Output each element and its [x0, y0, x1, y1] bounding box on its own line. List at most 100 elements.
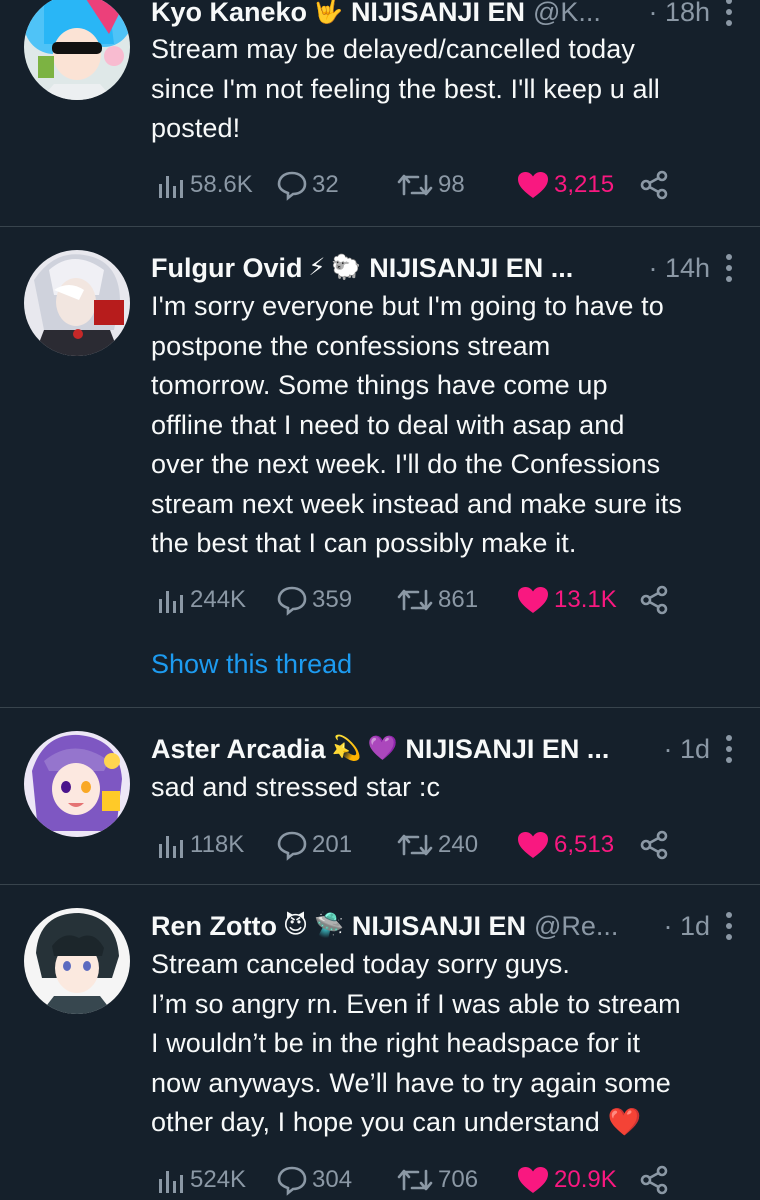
tweet-kyo-kaneko[interactable]: Kyo Kaneko 🤟 NIJISANJI EN @K... · 18h St…: [0, 0, 760, 226]
display-name[interactable]: Aster Arcadia: [151, 734, 326, 765]
tweet-ren-zotto[interactable]: Ren Zotto 😈 🛸 NIJISANJI EN @Re... · 1d S…: [0, 885, 760, 1200]
affiliation-label[interactable]: NIJISANJI EN: [352, 911, 526, 942]
views-button[interactable]: 118K: [156, 827, 244, 863]
like-count: 13.1K: [554, 586, 617, 613]
reply-count: 201: [312, 831, 353, 858]
retweet-icon: [397, 174, 433, 196]
reply-button[interactable]: 32: [276, 167, 339, 203]
sheep-emoji-icon: 🐑: [331, 254, 362, 281]
retweet-button[interactable]: 706: [396, 1162, 478, 1198]
more-options-icon[interactable]: [722, 254, 736, 282]
purple-heart-emoji-icon: 💜: [367, 735, 398, 762]
share-icon: [640, 1165, 668, 1195]
reply-icon: [277, 831, 307, 861]
share-button[interactable]: [638, 1162, 670, 1198]
timeline-feed: Kyo Kaneko 🤟 NIJISANJI EN @K... · 18h St…: [0, 0, 760, 1200]
rock-hand-emoji-icon: 🤟: [313, 0, 343, 25]
share-button[interactable]: [638, 167, 670, 203]
views-button[interactable]: 524K: [156, 1162, 246, 1198]
show-thread-link[interactable]: Show this thread: [151, 649, 352, 680]
display-name[interactable]: Ren Zotto: [151, 911, 277, 942]
tweet-actions: 58.6K 32 98 3,215: [156, 167, 676, 203]
lightning-emoji-icon: ⚡: [308, 254, 326, 281]
retweet-count: 240: [438, 831, 479, 858]
reply-icon: [277, 171, 307, 201]
avatar[interactable]: [24, 0, 130, 100]
share-icon: [640, 585, 668, 615]
tweet-text: I'm sorry everyone but I'm going to have…: [151, 291, 682, 558]
retweet-button[interactable]: 861: [396, 582, 478, 618]
tweet-fulgur-ovid[interactable]: Fulgur Ovid ⚡ 🐑 NIJISANJI EN ... · 14h I…: [0, 227, 760, 707]
affiliation-label[interactable]: NIJISANJI EN ...: [369, 253, 573, 284]
affiliation-label[interactable]: NIJISANJI EN: [351, 0, 525, 28]
heart-filled-icon: [518, 1167, 548, 1193]
retweet-count: 861: [438, 586, 479, 613]
share-icon: [640, 170, 668, 200]
tweet-actions: 524K 304 706 20.9K: [156, 1162, 676, 1198]
user-handle[interactable]: @Re...: [534, 911, 618, 942]
display-name[interactable]: Kyo Kaneko: [151, 0, 307, 28]
like-button[interactable]: 3,215: [516, 167, 614, 203]
retweet-button[interactable]: 98: [396, 167, 465, 203]
views-count: 58.6K: [190, 171, 253, 198]
views-button[interactable]: 58.6K: [156, 167, 253, 203]
views-icon: [159, 176, 183, 198]
avatar[interactable]: [24, 250, 130, 356]
timestamp[interactable]: · 18h: [638, 0, 710, 28]
ufo-emoji-icon: 🛸: [314, 912, 344, 939]
views-count: 524K: [190, 1166, 247, 1193]
tweet-header: Ren Zotto 😈 🛸 NIJISANJI EN @Re... · 1d: [151, 906, 736, 946]
share-button[interactable]: [638, 582, 670, 618]
like-count: 20.9K: [554, 1166, 617, 1193]
user-handle[interactable]: @K...: [533, 0, 601, 28]
like-button[interactable]: 20.9K: [516, 1162, 617, 1198]
tweet-actions: 118K 201 240 6,513: [156, 827, 676, 863]
share-icon: [640, 830, 668, 860]
views-count: 244K: [190, 586, 247, 613]
reply-button[interactable]: 359: [276, 582, 352, 618]
views-count: 118K: [190, 831, 245, 858]
reply-count: 32: [312, 171, 339, 198]
affiliation-label[interactable]: NIJISANJI EN ...: [405, 734, 609, 765]
dizzy-star-emoji-icon: 💫: [331, 735, 362, 762]
more-options-icon[interactable]: [722, 0, 736, 26]
reply-count: 359: [312, 586, 353, 613]
reply-icon: [277, 1166, 307, 1196]
like-button[interactable]: 13.1K: [516, 582, 617, 618]
tweet-text: Stream may be delayed/cancelled today si…: [151, 34, 660, 143]
display-name[interactable]: Fulgur Ovid: [151, 253, 303, 284]
views-button[interactable]: 244K: [156, 582, 246, 618]
retweet-count: 98: [438, 171, 465, 198]
heart-filled-icon: [518, 172, 548, 198]
timestamp[interactable]: · 1d: [653, 911, 710, 942]
views-icon: [159, 1171, 183, 1193]
heart-filled-icon: [518, 832, 548, 858]
like-count: 3,215: [554, 171, 615, 198]
timestamp[interactable]: · 14h: [638, 253, 710, 284]
retweet-icon: [397, 1169, 433, 1191]
tweet-text: Stream canceled today sorry guys. I’m so…: [151, 949, 681, 1137]
more-options-icon[interactable]: [722, 735, 736, 763]
avatar[interactable]: [24, 908, 130, 1014]
avatar[interactable]: [24, 731, 130, 837]
timestamp[interactable]: · 1d: [653, 734, 710, 765]
views-icon: [159, 836, 183, 858]
tweet-aster-arcadia[interactable]: Aster Arcadia 💫 💜 NIJISANJI EN ... · 1d …: [0, 708, 760, 884]
heart-filled-icon: [518, 587, 548, 613]
share-button[interactable]: [638, 827, 670, 863]
retweet-count: 706: [438, 1166, 479, 1193]
like-button[interactable]: 6,513: [516, 827, 614, 863]
tweet-header: Aster Arcadia 💫 💜 NIJISANJI EN ... · 1d: [151, 729, 736, 769]
more-options-icon[interactable]: [722, 912, 736, 940]
like-count: 6,513: [554, 831, 615, 858]
reply-button[interactable]: 304: [276, 1162, 352, 1198]
retweet-button[interactable]: 240: [396, 827, 478, 863]
reply-button[interactable]: 201: [276, 827, 352, 863]
devil-emoji-icon: 😈: [282, 912, 309, 939]
tweet-header: Kyo Kaneko 🤟 NIJISANJI EN @K... · 18h: [151, 0, 736, 32]
tweet-text: sad and stressed star :c: [151, 772, 441, 802]
reply-icon: [277, 586, 307, 616]
retweet-icon: [397, 589, 433, 611]
reply-count: 304: [312, 1166, 353, 1193]
views-icon: [159, 591, 183, 613]
